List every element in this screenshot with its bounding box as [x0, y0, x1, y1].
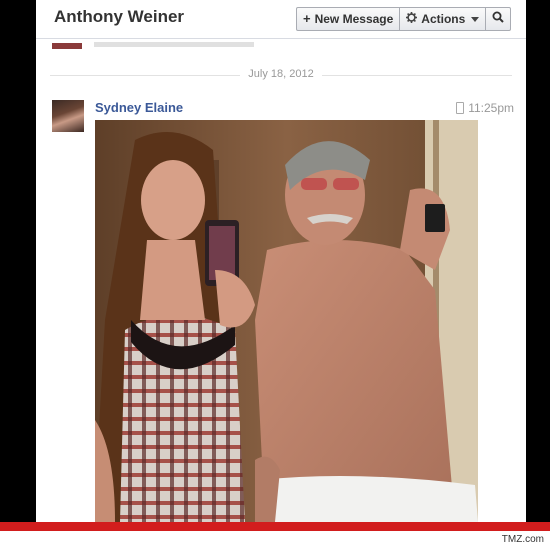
toolbar-buttons: + New Message Actions	[296, 7, 512, 31]
mobile-phone-icon	[456, 102, 465, 114]
new-message-button[interactable]: + New Message	[297, 8, 401, 30]
new-message-label: New Message	[314, 12, 394, 26]
footer: TMZ.com	[0, 531, 550, 549]
chevron-down-icon	[471, 16, 480, 22]
message-time: 11:25pm	[468, 101, 514, 115]
search-icon	[492, 8, 505, 30]
message-panel: Anthony Weiner + New Message Actions Jul…	[36, 0, 526, 522]
actions-button[interactable]: Actions	[400, 8, 487, 30]
search-button[interactable]	[486, 8, 510, 30]
source-credit: TMZ.com	[501, 534, 544, 545]
date-label: July 18, 2012	[240, 68, 322, 80]
gear-icon	[406, 8, 418, 30]
plus-icon: +	[303, 11, 311, 26]
sender-name-link[interactable]: Sydney Elaine	[95, 100, 183, 115]
message-photo[interactable]	[95, 120, 478, 522]
conversation-header: Anthony Weiner + New Message Actions	[36, 0, 526, 39]
previous-message-row	[50, 40, 510, 50]
avatar[interactable]	[52, 100, 84, 132]
actions-label: Actions	[421, 12, 466, 26]
conversation-title: Anthony Weiner	[54, 7, 185, 26]
previous-message-text	[94, 42, 254, 47]
previous-avatar	[52, 43, 82, 49]
message-timestamp: 11:25pm	[456, 101, 514, 115]
date-separator: July 18, 2012	[50, 68, 512, 82]
footer-bar	[0, 522, 550, 531]
